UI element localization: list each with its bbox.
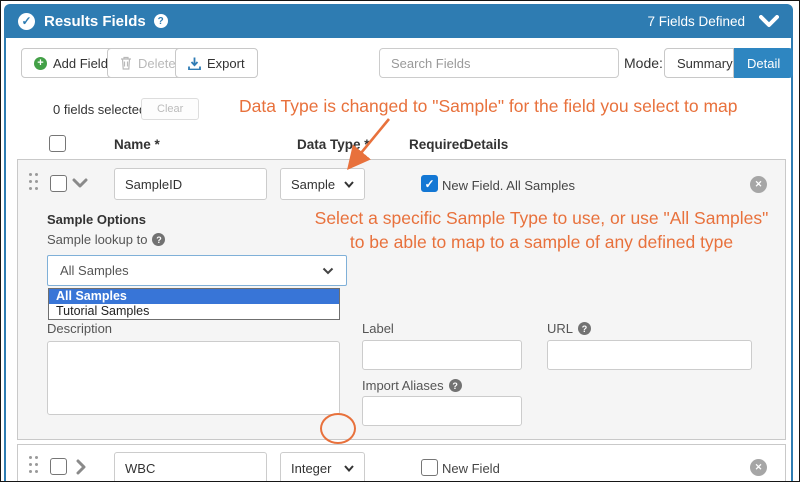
column-header-required: Required	[409, 137, 468, 152]
select-all-checkbox[interactable]	[49, 135, 66, 152]
data-type-value: Integer	[291, 461, 331, 476]
download-icon	[188, 57, 201, 70]
sample-lookup-label: Sample lookup to ?	[47, 232, 165, 247]
field-name-input[interactable]	[114, 452, 267, 482]
delete-label: Delete	[138, 56, 176, 71]
sample-lookup-dropdown: All Samples Tutorial Samples	[48, 288, 340, 320]
fields-defined-count: 7 Fields Defined	[647, 14, 745, 29]
sample-lookup-value: All Samples	[60, 263, 129, 278]
dropdown-option-all-samples[interactable]: All Samples	[49, 289, 339, 304]
panel-header[interactable]: ✓ Results Fields ? 7 Fields Defined	[4, 4, 793, 38]
check-circle-icon: ✓	[18, 13, 35, 30]
field-name-input[interactable]	[114, 168, 267, 200]
label-label: Label	[362, 321, 394, 336]
search-input[interactable]	[379, 48, 619, 78]
required-checkbox[interactable]	[421, 459, 438, 476]
mode-label: Mode:	[624, 55, 663, 71]
drag-handle-icon[interactable]	[29, 456, 32, 459]
sample-options-title: Sample Options	[47, 212, 146, 227]
mode-summary-button[interactable]: Summary	[664, 48, 734, 78]
import-aliases-input[interactable]	[362, 396, 522, 426]
annotation-data-type: Data Type is changed to "Sample" for the…	[239, 96, 738, 117]
export-button[interactable]: Export	[175, 48, 258, 78]
row-checkbox[interactable]	[50, 458, 67, 475]
clear-selection-button[interactable]: Clear	[141, 98, 199, 120]
select-chevron-icon	[344, 465, 354, 472]
help-icon[interactable]: ?	[578, 322, 591, 335]
detail-label: Detail	[747, 56, 780, 71]
export-label: Export	[207, 56, 245, 71]
drag-handle-icon[interactable]	[29, 173, 32, 176]
required-checkbox[interactable]: ✓	[421, 175, 438, 192]
description-label-text: Description	[47, 321, 112, 336]
chevron-down-icon[interactable]	[759, 15, 779, 28]
row-details: New Field. All Samples	[442, 178, 575, 193]
import-aliases-label: Import Aliases ?	[362, 378, 462, 393]
description-textarea[interactable]	[47, 341, 340, 415]
field-row-wbc: Integer New Field ✕	[17, 444, 786, 482]
select-chevron-icon	[322, 267, 334, 275]
help-icon[interactable]: ?	[449, 379, 462, 392]
mode-detail-button[interactable]: Detail	[734, 48, 793, 78]
label-label-text: Label	[362, 321, 394, 336]
remove-field-icon[interactable]: ✕	[750, 459, 767, 476]
row-checkbox[interactable]	[50, 175, 67, 192]
url-input[interactable]	[547, 340, 752, 370]
annotation-arrow	[339, 111, 399, 175]
annotation-sample-type: Select a specific Sample Type to use, or…	[289, 206, 794, 254]
column-header-details: Details	[464, 137, 508, 152]
fields-selected-count: 0 fields selected	[53, 102, 146, 117]
panel-border-left	[4, 37, 6, 482]
help-icon[interactable]: ?	[154, 14, 168, 28]
annotation-sample-type-line1: Select a specific Sample Type to use, or…	[289, 206, 794, 230]
results-fields-panel: ✓ Results Fields ? 7 Fields Defined + Ad…	[0, 0, 800, 482]
column-header-name: Name *	[114, 137, 160, 152]
select-chevron-icon	[344, 181, 354, 188]
panel-title: Results Fields	[44, 13, 146, 30]
field-row-sampleid: Sample ✓ New Field. All Samples ✕ Sample…	[17, 159, 786, 440]
remove-field-icon[interactable]: ✕	[750, 176, 767, 193]
annotation-ellipse	[320, 413, 356, 444]
plus-icon: +	[34, 57, 47, 70]
data-type-select[interactable]: Integer	[280, 452, 365, 482]
panel-border-right	[791, 37, 793, 482]
collapse-chevron-icon[interactable]	[72, 178, 88, 188]
dropdown-option-tutorial-samples[interactable]: Tutorial Samples	[49, 304, 339, 319]
annotation-sample-type-line2: to be able to map to a sample of any def…	[289, 230, 794, 254]
clear-label: Clear	[157, 103, 183, 115]
summary-label: Summary	[677, 56, 733, 71]
label-input[interactable]	[362, 340, 522, 370]
url-label: URL ?	[547, 321, 591, 336]
url-label-text: URL	[547, 321, 573, 336]
trash-icon	[120, 56, 132, 70]
row-details: New Field	[442, 461, 500, 476]
help-icon[interactable]: ?	[152, 233, 165, 246]
expand-chevron-icon[interactable]	[76, 459, 86, 475]
data-type-value: Sample	[291, 177, 335, 192]
add-field-button[interactable]: + Add Field	[21, 48, 121, 78]
add-field-label: Add Field	[53, 56, 108, 71]
import-aliases-label-text: Import Aliases	[362, 378, 444, 393]
sample-lookup-select[interactable]: All Samples	[47, 255, 347, 286]
sample-lookup-label-text: Sample lookup to	[47, 232, 147, 247]
description-label: Description	[47, 321, 112, 336]
